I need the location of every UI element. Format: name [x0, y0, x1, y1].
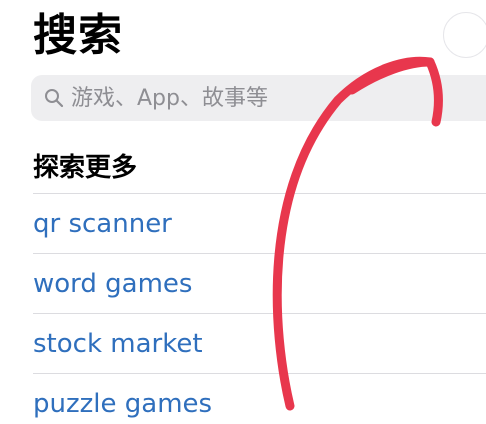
list-item-label: word games [33, 268, 193, 299]
search-input[interactable] [71, 85, 451, 111]
list-item-label: puzzle games [33, 388, 213, 419]
list-item[interactable]: qr scanner [33, 193, 486, 253]
list-item-label: stock market [33, 328, 203, 359]
discover-list: qr scanner word games stock market puzzl… [33, 193, 486, 424]
search-bar[interactable] [31, 75, 486, 121]
list-item[interactable]: puzzle games [33, 373, 486, 424]
page-title: 搜索 [33, 10, 123, 61]
search-icon [43, 87, 65, 109]
section-heading-discover: 探索更多 [33, 153, 138, 183]
account-button[interactable] [443, 12, 486, 58]
list-item[interactable]: stock market [33, 313, 486, 373]
search-screen: 搜索 探索更多 qr scanner word games stock mark… [0, 0, 486, 424]
list-item-label: qr scanner [33, 208, 172, 239]
list-item[interactable]: word games [33, 253, 486, 313]
